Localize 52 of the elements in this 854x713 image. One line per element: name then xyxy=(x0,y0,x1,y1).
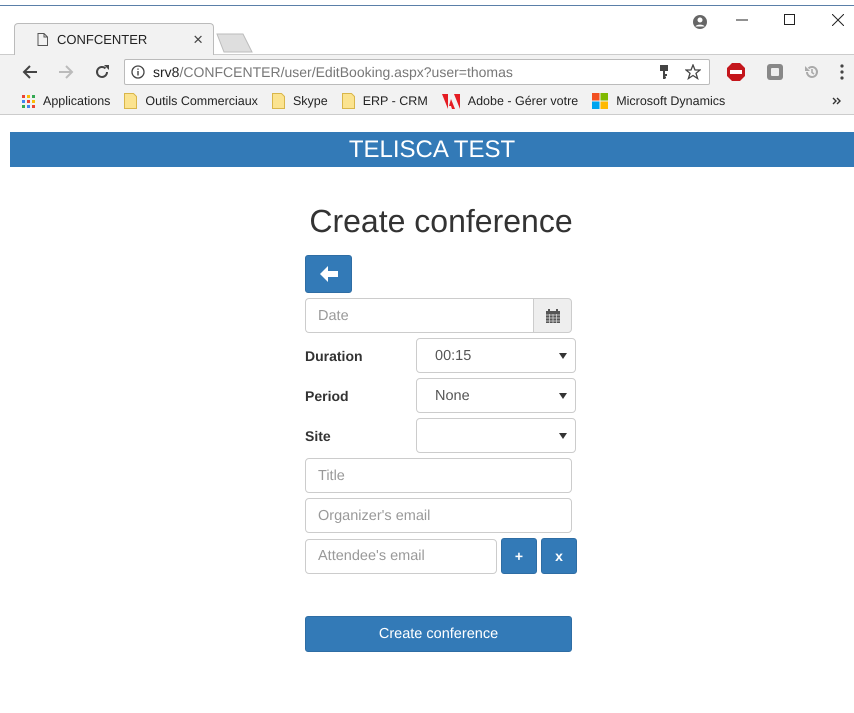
folder-icon xyxy=(342,93,355,109)
select-field[interactable]: 00:15 xyxy=(416,338,576,373)
back-icon[interactable] xyxy=(22,64,38,80)
add-button[interactable]: + xyxy=(501,538,537,574)
address-bar[interactable]: srv8/CONFCENTER/user/EditBooking.aspx?user=thomas xyxy=(124,58,710,84)
back-button[interactable] xyxy=(305,255,352,293)
folder-icon xyxy=(124,93,138,109)
bookmark-item[interactable]: Applications xyxy=(22,94,110,108)
calendar-icon xyxy=(546,308,560,322)
field-label: Duration xyxy=(305,348,364,364)
site-title: TELISCA TEST xyxy=(348,136,516,164)
profile-icon[interactable] xyxy=(692,14,708,30)
bookmark-item[interactable]: Adobe - Gérer votre xyxy=(442,94,578,108)
bookmark-item[interactable]: ERP - CRM xyxy=(342,93,428,109)
page-title: Create conference xyxy=(308,203,574,240)
menu-icon[interactable] xyxy=(840,64,844,80)
star-icon[interactable] xyxy=(685,64,701,80)
select-field[interactable] xyxy=(416,418,576,453)
url-text: srv8/CONFCENTER/user/EditBooking.aspx?user=thomas xyxy=(153,64,513,80)
stop-sign-icon[interactable] xyxy=(726,62,746,82)
bookmark-item[interactable]: Microsoft Dynamics xyxy=(592,93,726,109)
extension-icon[interactable] xyxy=(766,62,784,80)
text-field[interactable]: Title xyxy=(305,458,572,493)
dropdown-arrow-icon xyxy=(559,352,567,358)
email-field[interactable]: Attendee's email xyxy=(305,538,497,574)
calendar-button[interactable] xyxy=(533,298,572,333)
field-label: Site xyxy=(305,428,332,444)
submit-button[interactable]: Create conference xyxy=(305,616,572,652)
page-icon xyxy=(37,33,48,46)
tab-title: CONFCENTER xyxy=(57,32,148,47)
select-field[interactable]: None xyxy=(416,378,576,413)
text-field[interactable]: Organizer's email xyxy=(305,498,572,533)
folder-icon xyxy=(272,93,285,109)
apps-grid-icon xyxy=(22,94,35,108)
bookmark-item[interactable]: Outils Commerciaux xyxy=(124,93,258,109)
field-label: Period xyxy=(305,388,350,404)
bookmark-item[interactable]: Skype xyxy=(272,93,328,109)
date-field[interactable]: Date xyxy=(305,298,533,333)
key-icon[interactable] xyxy=(659,64,669,78)
close-tab-button[interactable]: × xyxy=(193,30,203,50)
remove-button[interactable]: x xyxy=(541,538,577,574)
info-icon xyxy=(131,64,145,78)
four-squares-icon xyxy=(592,93,608,109)
dropdown-arrow-icon xyxy=(559,432,567,438)
close-icon[interactable] xyxy=(832,14,844,26)
maximize-icon[interactable] xyxy=(784,14,796,26)
more-bookmarks-icon[interactable] xyxy=(832,97,842,105)
dropdown-arrow-icon xyxy=(559,392,567,398)
left-arrow-icon xyxy=(320,266,338,282)
browser-tab[interactable]: CONFCENTER × xyxy=(14,23,214,55)
triangle-logo-icon xyxy=(442,94,460,108)
reload-icon[interactable] xyxy=(94,64,110,80)
